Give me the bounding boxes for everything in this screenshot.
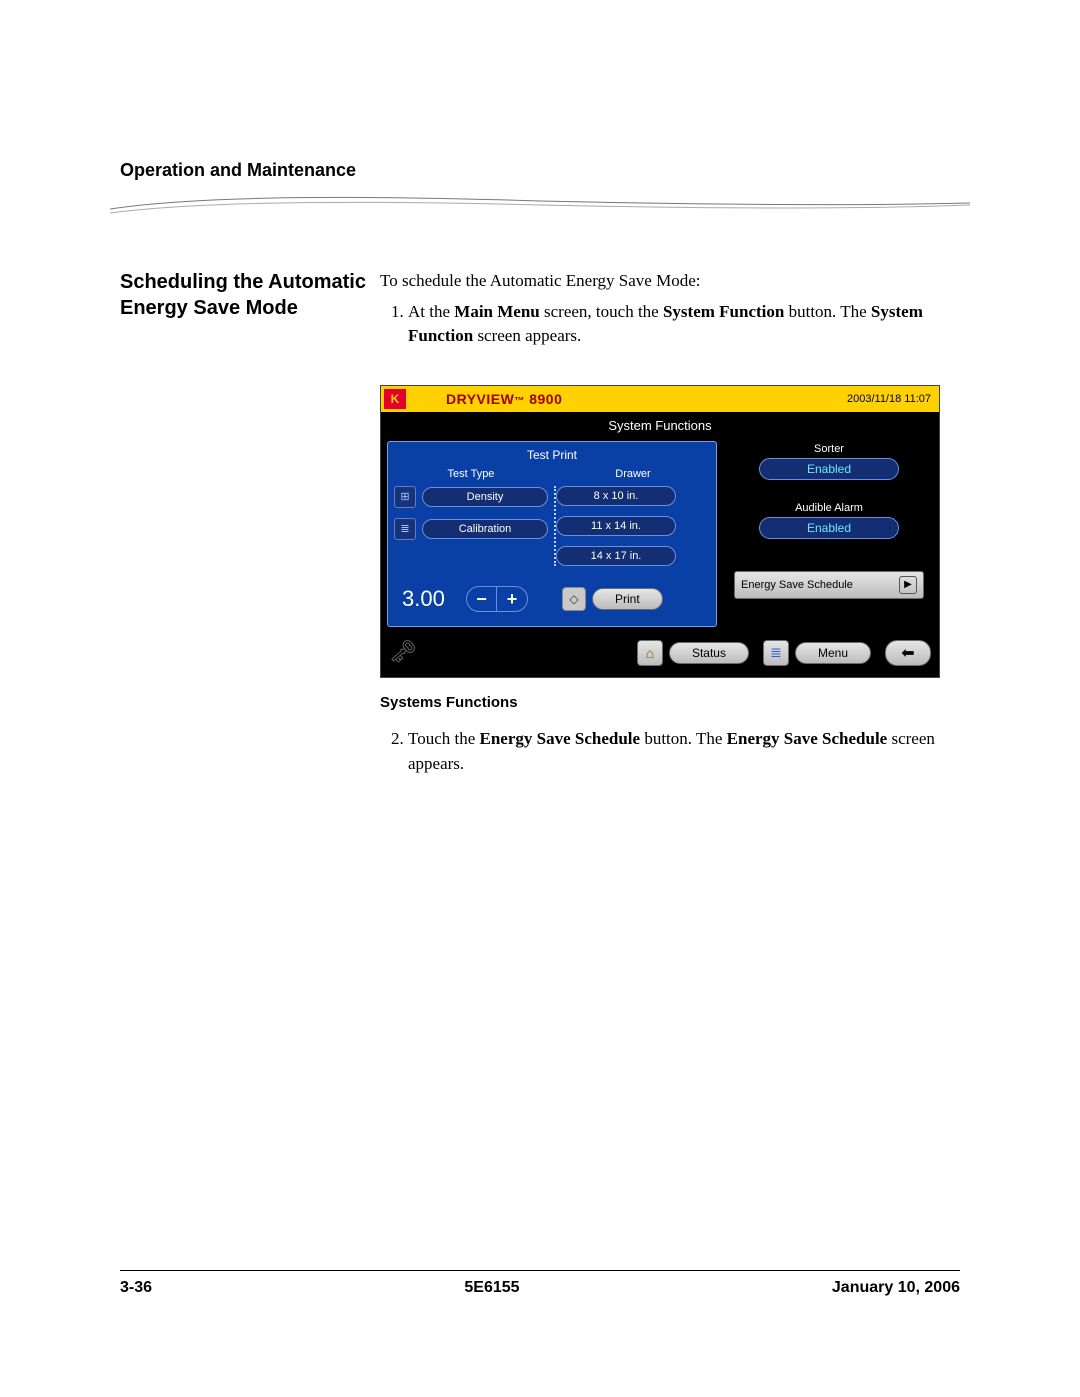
kodak-logo-icon: K: [384, 389, 406, 409]
density-value: 3.00: [400, 586, 458, 612]
chevron-right-icon: ▶: [899, 576, 917, 594]
print-button[interactable]: Print: [592, 588, 663, 610]
figure-caption: Systems Functions: [380, 694, 960, 711]
sorter-label: Sorter: [725, 443, 933, 455]
step-2: Touch the Energy Save Schedule button. T…: [408, 727, 960, 776]
col-head-drawer: Drawer: [556, 468, 710, 480]
screen-title: System Functions: [381, 412, 939, 437]
footer-docnum: 5E6155: [464, 1279, 519, 1297]
col-head-test-type: Test Type: [394, 468, 548, 480]
density-icon: ⊞: [394, 486, 416, 508]
page-footer: 3-36 5E6155 January 10, 2006: [120, 1270, 960, 1297]
test-print-panel: Test Print Test Type ⊞ Density ≣ Calibra: [387, 441, 717, 627]
drawer-14x17[interactable]: 14 x 17 in.: [556, 546, 676, 566]
step-1: At the Main Menu screen, touch the Syste…: [408, 300, 960, 349]
energy-save-schedule-button[interactable]: Energy Save Schedule ▶: [734, 571, 924, 599]
device-timestamp: 2003/11/18 11:07: [847, 393, 931, 405]
footer-date: January 10, 2006: [832, 1279, 960, 1297]
audible-alarm-label: Audible Alarm: [725, 502, 933, 514]
device-topbar: K DryView™ 8900 2003/11/18 11:07: [381, 386, 939, 412]
status-button[interactable]: Status: [669, 642, 749, 664]
decorative-swoosh: [110, 189, 970, 229]
test-type-calibration[interactable]: Calibration: [422, 519, 548, 539]
panel-heading: Test Print: [394, 444, 710, 468]
sorter-button[interactable]: Enabled: [759, 458, 899, 480]
home-icon: ⌂: [637, 640, 663, 666]
footer-page: 3-36: [120, 1279, 152, 1297]
value-stepper[interactable]: − +: [466, 586, 528, 612]
minus-button[interactable]: −: [467, 587, 497, 611]
test-type-density[interactable]: Density: [422, 487, 548, 507]
section-heading: Scheduling the Automatic Energy Save Mod…: [120, 269, 380, 355]
back-button[interactable]: ⬅: [885, 640, 931, 666]
audible-alarm-button[interactable]: Enabled: [759, 517, 899, 539]
device-screenshot: K DryView™ 8900 2003/11/18 11:07 System …: [380, 385, 940, 678]
key-icon: 🗝: [389, 639, 427, 667]
drawer-8x10[interactable]: 8 x 10 in.: [556, 486, 676, 506]
running-header: Operation and Maintenance: [120, 160, 960, 181]
intro-text: To schedule the Automatic Energy Save Mo…: [380, 269, 960, 294]
calibration-icon: ≣: [394, 518, 416, 540]
print-icon: ◇: [562, 587, 586, 611]
menu-button[interactable]: Menu: [795, 642, 871, 664]
drawer-11x14[interactable]: 11 x 14 in.: [556, 516, 676, 536]
list-icon: ≣: [763, 640, 789, 666]
plus-button[interactable]: +: [497, 587, 527, 611]
energy-save-label: Energy Save Schedule: [741, 579, 853, 591]
arrow-left-icon: ⬅: [901, 643, 914, 663]
device-brand: DryView™ 8900: [446, 391, 562, 407]
